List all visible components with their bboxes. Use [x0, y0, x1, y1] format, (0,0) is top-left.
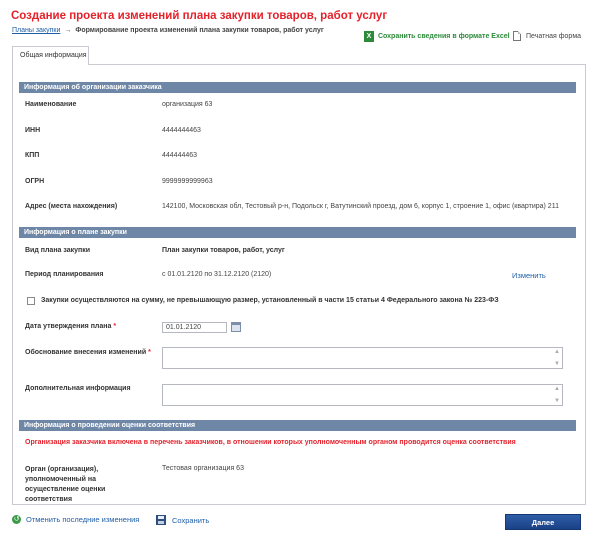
field-label-period: Период планирования [25, 271, 104, 278]
print-icon [513, 31, 521, 41]
breadcrumb: Планы закупки → Формирование проекта измен… [12, 27, 324, 34]
excel-icon: X [364, 31, 374, 42]
section-header-customer: Информация об организации заказчика [19, 82, 576, 93]
field-value-name: организация 63 [162, 101, 213, 108]
undo-changes-label: Отменить последние изменения [26, 515, 140, 524]
additional-info-textarea[interactable]: ▲ ▼ [162, 384, 563, 406]
small-purchase-checkbox-label: Закупки осуществляются на сумму, не прев… [41, 297, 499, 304]
field-label-name: Наименование [25, 101, 77, 108]
field-value-period: с 01.01.2120 по 31.12.2120 (2120) [162, 271, 272, 278]
field-label-address: Адрес (места нахождения) [25, 203, 118, 210]
section-header-assessment: Информация о проведении оценки соответст… [19, 420, 576, 431]
field-value-plan-type: План закупки товаров, работ, услуг [162, 247, 285, 254]
assessment-notice: Организация заказчика включена в перечен… [25, 439, 516, 446]
field-label-additional-info: Дополнительная информация [25, 385, 131, 392]
field-label-approval-date: Дата утверждения плана * [25, 323, 117, 330]
field-label-kpp: КПП [25, 152, 40, 159]
scroll-down-icon[interactable]: ▼ [554, 361, 560, 367]
save-excel-link[interactable]: X Сохранить сведения в формате Excel [364, 31, 510, 42]
scroll-up-icon[interactable]: ▲ [554, 349, 560, 355]
undo-changes-link[interactable]: ↺ Отменить последние изменения [12, 515, 139, 524]
tab-general-info[interactable]: Общая информация [12, 46, 89, 65]
section-header-plan: Информация о плане закупки [19, 227, 576, 238]
save-link[interactable]: Сохранить [156, 515, 209, 525]
breadcrumb-current: Формирование проекта изменений плана зак… [75, 27, 324, 34]
field-value-address: 142100, Московская обл, Тестовый р-н, По… [162, 203, 559, 210]
field-label-assessment-org: Орган (организация), уполномоченный на о… [25, 466, 106, 503]
undo-icon: ↺ [12, 515, 21, 524]
field-value-assessment-org: Тестовая организация 63 [162, 465, 244, 472]
field-label-reason: Обоснование внесения изменений * [25, 349, 151, 356]
field-label-ogrn: ОГРН [25, 178, 45, 185]
page-title: Создание проекта изменений плана закупки… [11, 10, 388, 22]
save-excel-label: Сохранить сведения в формате Excel [378, 33, 510, 40]
scroll-down-icon[interactable]: ▼ [554, 398, 560, 404]
reason-textarea[interactable]: ▲ ▼ [162, 347, 563, 369]
approval-date-input[interactable]: 01.01.2120 [162, 322, 227, 333]
print-form-label: Печатная форма [526, 32, 582, 40]
field-label-inn: ИНН [25, 127, 41, 134]
field-value-inn: 4444444463 [162, 127, 201, 134]
print-form-link[interactable]: Печатная форма [513, 31, 581, 41]
save-icon [156, 515, 166, 525]
field-label-plan-type: Вид плана закупки [25, 247, 91, 254]
field-value-ogrn: 9999999999963 [162, 178, 213, 185]
breadcrumb-arrow: → [64, 27, 72, 34]
scroll-up-icon[interactable]: ▲ [554, 386, 560, 392]
small-purchase-checkbox[interactable] [27, 297, 35, 305]
breadcrumb-link-plans[interactable]: Планы закупки [12, 27, 60, 34]
save-label: Сохранить [172, 515, 210, 525]
next-button[interactable]: Далее [505, 514, 581, 530]
calendar-icon[interactable] [231, 322, 241, 332]
field-value-kpp: 444444463 [162, 152, 198, 159]
change-period-link[interactable]: Изменить [512, 271, 546, 280]
